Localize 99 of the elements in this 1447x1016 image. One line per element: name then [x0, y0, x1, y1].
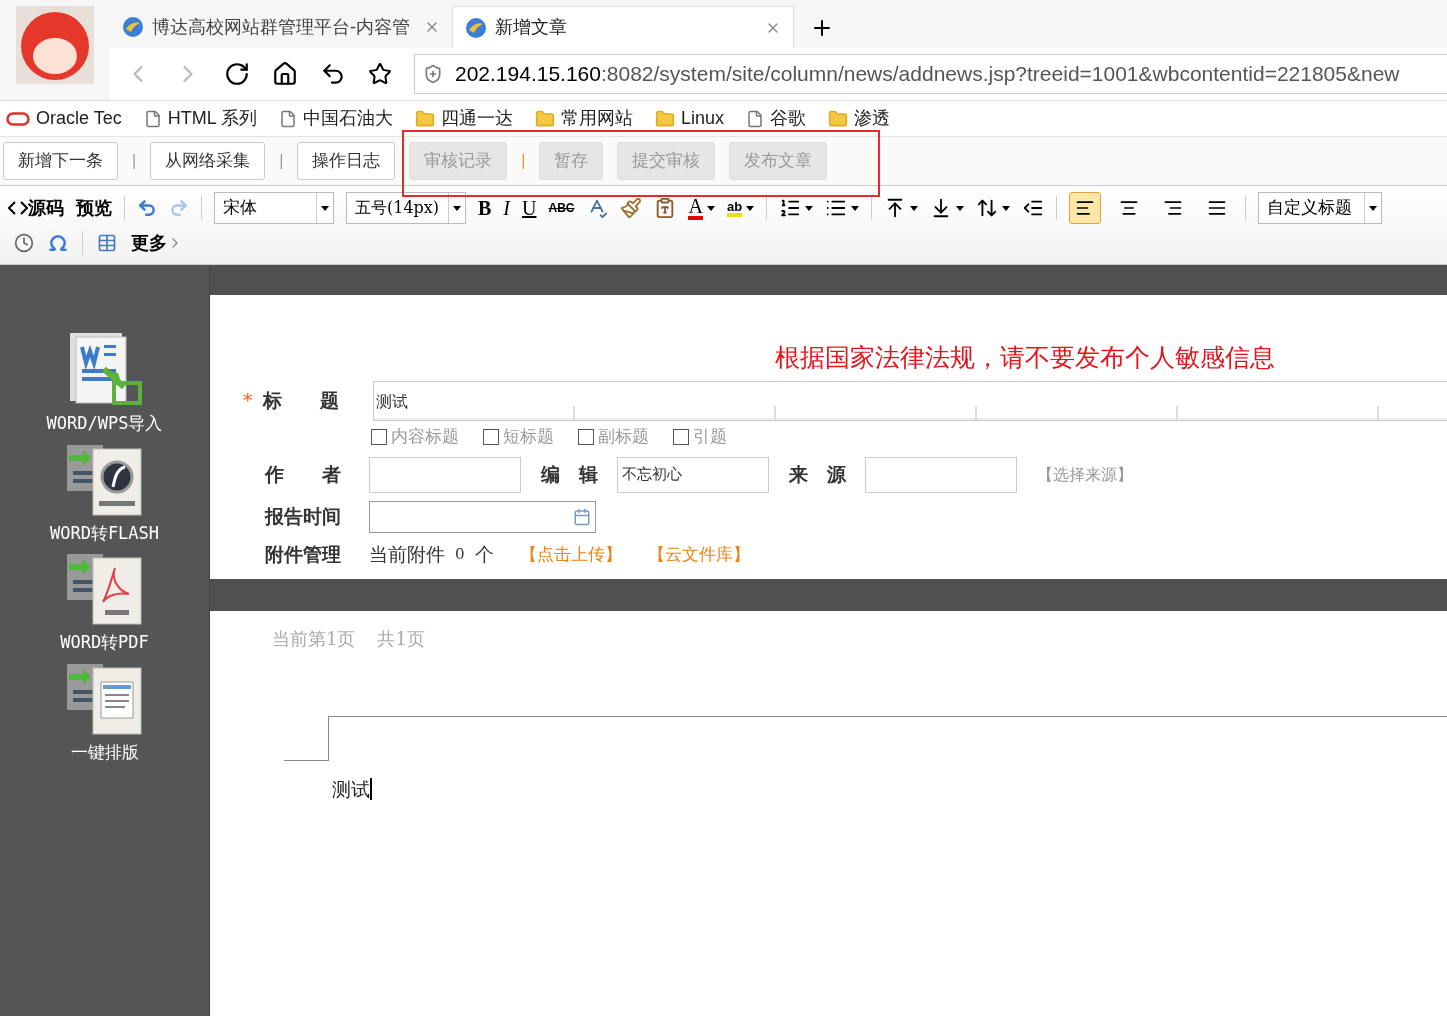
home-icon[interactable] — [272, 61, 298, 87]
checkbox[interactable] — [483, 428, 499, 445]
caret-icon — [1002, 205, 1011, 211]
field-label: 来 源 — [787, 462, 847, 488]
action-button[interactable]: 新增下一条 — [3, 142, 118, 180]
tool-item[interactable]: WORD转PDF — [60, 550, 149, 656]
tool-item[interactable]: 一键排版 — [64, 659, 145, 765]
code-icon — [8, 201, 28, 215]
checkbox[interactable] — [578, 428, 594, 445]
separator: | — [279, 151, 284, 171]
bookmark-item[interactable]: HTML 系列 — [143, 105, 258, 132]
address-bar[interactable]: 202.194.15.160:8082/system/site/column/news/addnews.jsp?treeid=1001&wbcontentid=221805&new — [414, 54, 1447, 94]
browser-tab[interactable]: 新增文章 — [452, 6, 794, 48]
page-total: 共1页 — [377, 627, 425, 651]
notice-text: 根据国家法律法规，请不要发布个人敏感信息 — [775, 342, 1276, 374]
editor-field[interactable]: 不忘初心 — [617, 456, 769, 493]
bookmark-item[interactable]: Linux — [655, 105, 725, 132]
special-char-icon[interactable] — [48, 233, 68, 253]
font-color-button[interactable]: A — [688, 196, 715, 220]
browser-tab[interactable]: 博达高校网站群管理平台-内容管 — [110, 6, 452, 48]
align-justify-icon — [1207, 198, 1228, 218]
caret-icon — [956, 205, 965, 211]
profile-avatar[interactable] — [16, 6, 94, 84]
action-button[interactable]: 从网络采集 — [150, 142, 266, 180]
align-left-icon — [1075, 198, 1096, 218]
more-button[interactable]: 更多 — [131, 229, 183, 257]
undo-icon[interactable] — [320, 61, 346, 87]
caret-icon — [805, 205, 814, 211]
bookmark-item[interactable]: 谷歌 — [746, 105, 807, 132]
line-height-button[interactable] — [976, 197, 1011, 219]
bold-button[interactable]: B — [478, 193, 492, 223]
field-label: 标 题 — [263, 388, 340, 414]
oracle-icon — [6, 111, 30, 126]
page-icon — [746, 109, 765, 128]
align-center-icon — [1119, 198, 1140, 218]
folder-icon — [535, 108, 556, 129]
font-select[interactable]: 宋体 — [214, 192, 334, 224]
field-label: 附件管理 — [264, 542, 342, 568]
tab-title: 博达高校网站群管理平台-内容管 — [152, 15, 411, 39]
document-text: 测试 — [332, 777, 370, 802]
preview-button[interactable]: 预览 — [76, 194, 112, 222]
caret-icon — [746, 205, 755, 211]
highlight-color-button[interactable]: ab — [726, 199, 755, 217]
calendar-icon[interactable] — [573, 507, 591, 526]
attachment-unit: 个 — [474, 542, 494, 568]
date-field[interactable] — [369, 500, 596, 533]
clock-icon[interactable] — [14, 233, 34, 253]
title-value: 测试 — [376, 391, 408, 411]
folder-icon — [415, 108, 436, 129]
action-button[interactable]: 操作日志 — [297, 142, 396, 180]
align-button[interactable] — [1069, 192, 1102, 224]
ordered-list-button[interactable] — [779, 197, 814, 219]
tool-item[interactable]: WORD转FLASH — [49, 440, 160, 546]
reload-icon[interactable] — [224, 61, 250, 87]
attachment-count: 0 — [455, 544, 465, 566]
caret-icon — [1369, 205, 1378, 211]
caret-icon — [453, 205, 461, 211]
format-painter-icon[interactable] — [620, 197, 643, 219]
caret-icon — [851, 205, 860, 211]
security-icon — [423, 64, 443, 84]
heading-select[interactable]: 自定义标题 — [1258, 192, 1383, 224]
field-label: 作 者 — [263, 462, 342, 488]
bookmark-star-icon[interactable] — [368, 62, 392, 86]
required-mark: * — [243, 388, 254, 414]
tool-item[interactable]: WORD/WPS导入 — [46, 331, 163, 437]
page-icon — [143, 109, 162, 128]
caret-icon — [706, 205, 715, 211]
page-info: 当前第1页 — [272, 627, 356, 651]
tab-title: 新增文章 — [495, 16, 568, 39]
bookmark-item[interactable]: 中国石油大 — [279, 105, 394, 132]
bookmark-item[interactable]: Oracle Tec — [6, 105, 122, 132]
title-field[interactable]: 测试 — [373, 380, 1447, 421]
field-label: 编 辑 — [539, 462, 599, 488]
folder-icon — [655, 108, 676, 129]
source-button[interactable]: 源码 — [8, 194, 64, 222]
field-label: 报告时间 — [263, 504, 342, 530]
url-text: 202.194.15.160:8082/system/site/column/news/addnews.jsp?treeid=1001&wbcontentid=221805&new — [455, 61, 1400, 88]
source-field[interactable] — [865, 456, 1017, 493]
size-select[interactable]: 五号(14px) — [346, 192, 466, 224]
bookmark-item[interactable]: 四通一达 — [415, 105, 514, 132]
attachment-prefix: 当前附件 — [369, 542, 445, 568]
checkbox[interactable] — [371, 428, 387, 445]
underline-button[interactable]: U — [522, 193, 537, 223]
globe-icon — [465, 16, 487, 39]
page-icon — [279, 109, 298, 128]
bookmark-item[interactable]: 渗透 — [828, 105, 891, 132]
folder-icon — [828, 108, 849, 129]
caret-icon — [910, 205, 919, 211]
checkbox[interactable] — [673, 428, 689, 445]
strikethrough-button[interactable]: ABC — [548, 199, 575, 217]
bookmark-item[interactable]: 常用网站 — [535, 105, 634, 132]
author-field[interactable] — [369, 456, 521, 493]
separator: | — [521, 151, 526, 171]
italic-button[interactable]: I — [503, 193, 510, 223]
align-right-icon — [1163, 198, 1184, 218]
separator: | — [132, 151, 137, 171]
table-icon[interactable] — [97, 233, 117, 253]
globe-icon — [122, 16, 144, 38]
caret-icon — [321, 205, 329, 211]
